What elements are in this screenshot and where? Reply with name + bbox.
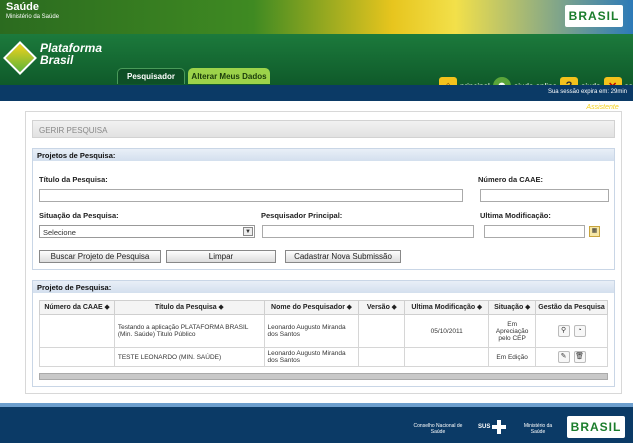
col-versao[interactable]: Versão ⬥ [358, 300, 406, 315]
search-section: Projetos de Pesquisa: Título da Pesquisa… [32, 148, 615, 270]
col-titulo[interactable]: Título da Pesquisa ⬥ [113, 300, 265, 315]
tab-pesquisador[interactable]: Pesquisador [117, 68, 185, 84]
table-row[interactable]: Testando a aplicação PLATAFORMA BRASIL (… [39, 314, 608, 348]
cell-pesquisador: Leonardo Augusto Miranda dos Santos [263, 314, 360, 348]
brasil-logo[interactable]: BRASIL [565, 5, 623, 27]
tab-alterar-meus-dados[interactable]: Alterar Meus Dados [188, 68, 270, 84]
col-caae[interactable]: Número da CAAE ⬥ [39, 300, 115, 315]
cell-situacao: Em Edição [488, 347, 537, 367]
footer-logo-text: BRASIL [570, 420, 622, 434]
user-role: Assistente [586, 104, 619, 111]
gov-title: Saúde [6, 1, 40, 13]
col-modificacao[interactable]: Ultima Modificação ⬥ [404, 300, 490, 315]
situacao-selected: Selecione [43, 228, 76, 237]
cell-situacao: Em Apreciação pelo CEP [488, 314, 537, 348]
caae-input[interactable] [480, 189, 609, 202]
edit-icon[interactable]: ✎ [557, 351, 570, 363]
titulo-input[interactable] [39, 189, 463, 202]
session-bar: Sua sessão expira em: 29min [0, 85, 633, 101]
footer: Conselho Nacional de Saúde SUS Ministéri… [0, 403, 633, 443]
col-gestao: Gestão da Pesquisa [535, 300, 608, 315]
cell-pesquisador: Leonardo Augusto Miranda dos Santos [263, 347, 360, 367]
buscar-projeto-button[interactable]: Buscar Projeto de Pesquisa [39, 250, 161, 263]
table-row[interactable]: TESTE LEONARDO (MIN. SAÚDE) Leonardo Aug… [39, 347, 608, 367]
results-section-title: Projeto de Pesquisa: [33, 281, 614, 293]
page-title: GERIR PESQUISA [32, 120, 615, 138]
cell-gestao: ✎ 🗑 [535, 347, 608, 367]
cadastrar-submissao-button[interactable]: Cadastrar Nova Submissão [285, 250, 401, 263]
logo-diamond-icon [3, 41, 37, 75]
pesquisador-label: Pesquisador Principal: [261, 211, 343, 220]
plataforma-brasil-logo[interactable]: Plataforma Brasil [3, 40, 118, 76]
sus-cross-icon [492, 420, 506, 434]
ultima-modificacao-label: Ultima Modificação: [480, 211, 551, 220]
cell-titulo: Testando a aplicação PLATAFORMA BRASIL (… [113, 314, 265, 348]
cell-titulo: TESTE LEONARDO (MIN. SAÚDE) [113, 347, 265, 367]
footer-conselho: Conselho Nacional de Saúde [413, 423, 463, 435]
table-scrollbar[interactable] [39, 373, 608, 380]
cell-versao [358, 347, 406, 367]
cell-modificacao: 05/10/2011 [404, 314, 490, 348]
user-extra: | V2 [618, 104, 633, 111]
search-section-title: Projetos de Pesquisa: [33, 149, 614, 161]
footer-ministerio: Ministério da Saúde [523, 423, 553, 435]
dropdown-arrow-icon[interactable]: ▼ [243, 227, 253, 236]
session-timer: Sua sessão expira em: 29min [547, 89, 627, 95]
logo-text-line2: Brasil [40, 53, 74, 67]
user-line: Leonardo Augusto Miranda dos Santos - As… [459, 104, 633, 111]
cell-gestao: ⚲ ◔ [535, 314, 608, 348]
gov-bar: Saúde Ministério da Saúde BRASIL [0, 0, 633, 34]
brasil-logo-text: BRASIL [568, 9, 620, 23]
user-name: Leonardo Augusto Miranda dos Santos [459, 104, 581, 111]
search-icon[interactable]: ⚲ [557, 325, 570, 337]
limpar-button[interactable]: Limpar [166, 250, 276, 263]
situacao-label: Situação da Pesquisa: [39, 211, 119, 220]
main-card: GERIR PESQUISA Projetos de Pesquisa: Tít… [25, 111, 622, 394]
cell-caae [39, 314, 115, 348]
pesquisador-input[interactable] [262, 225, 474, 238]
table-header-row: Número da CAAE ⬥ Título da Pesquisa ⬥ No… [39, 300, 608, 315]
results-table: Número da CAAE ⬥ Título da Pesquisa ⬥ No… [39, 300, 608, 367]
ultima-modificacao-input[interactable] [484, 225, 585, 238]
titulo-label: Título da Pesquisa: [39, 175, 108, 184]
footer-sus: SUS [478, 424, 491, 430]
cell-modificacao [404, 347, 490, 367]
results-section: Projeto de Pesquisa: Número da CAAE ⬥ Tí… [32, 280, 615, 387]
col-situacao[interactable]: Situação ⬥ [488, 300, 537, 315]
delete-icon[interactable]: 🗑 [573, 351, 586, 363]
footer-strip [0, 403, 633, 407]
col-pesquisador[interactable]: Nome do Pesquisador ⬥ [263, 300, 360, 315]
caae-label: Número da CAAE: [478, 175, 544, 184]
situacao-select[interactable]: Selecione ▼ [39, 225, 255, 238]
cell-caae [39, 347, 115, 367]
cell-versao [358, 314, 406, 348]
history-icon[interactable]: ◔ [573, 325, 586, 337]
calendar-icon[interactable]: ▦ [589, 226, 600, 237]
footer-brasil-logo[interactable]: BRASIL [567, 416, 625, 438]
platform-header: Plataforma Brasil ⌂ principal ☻ ajuda on… [0, 34, 633, 111]
gov-subtitle: Ministério da Saúde [6, 14, 60, 20]
